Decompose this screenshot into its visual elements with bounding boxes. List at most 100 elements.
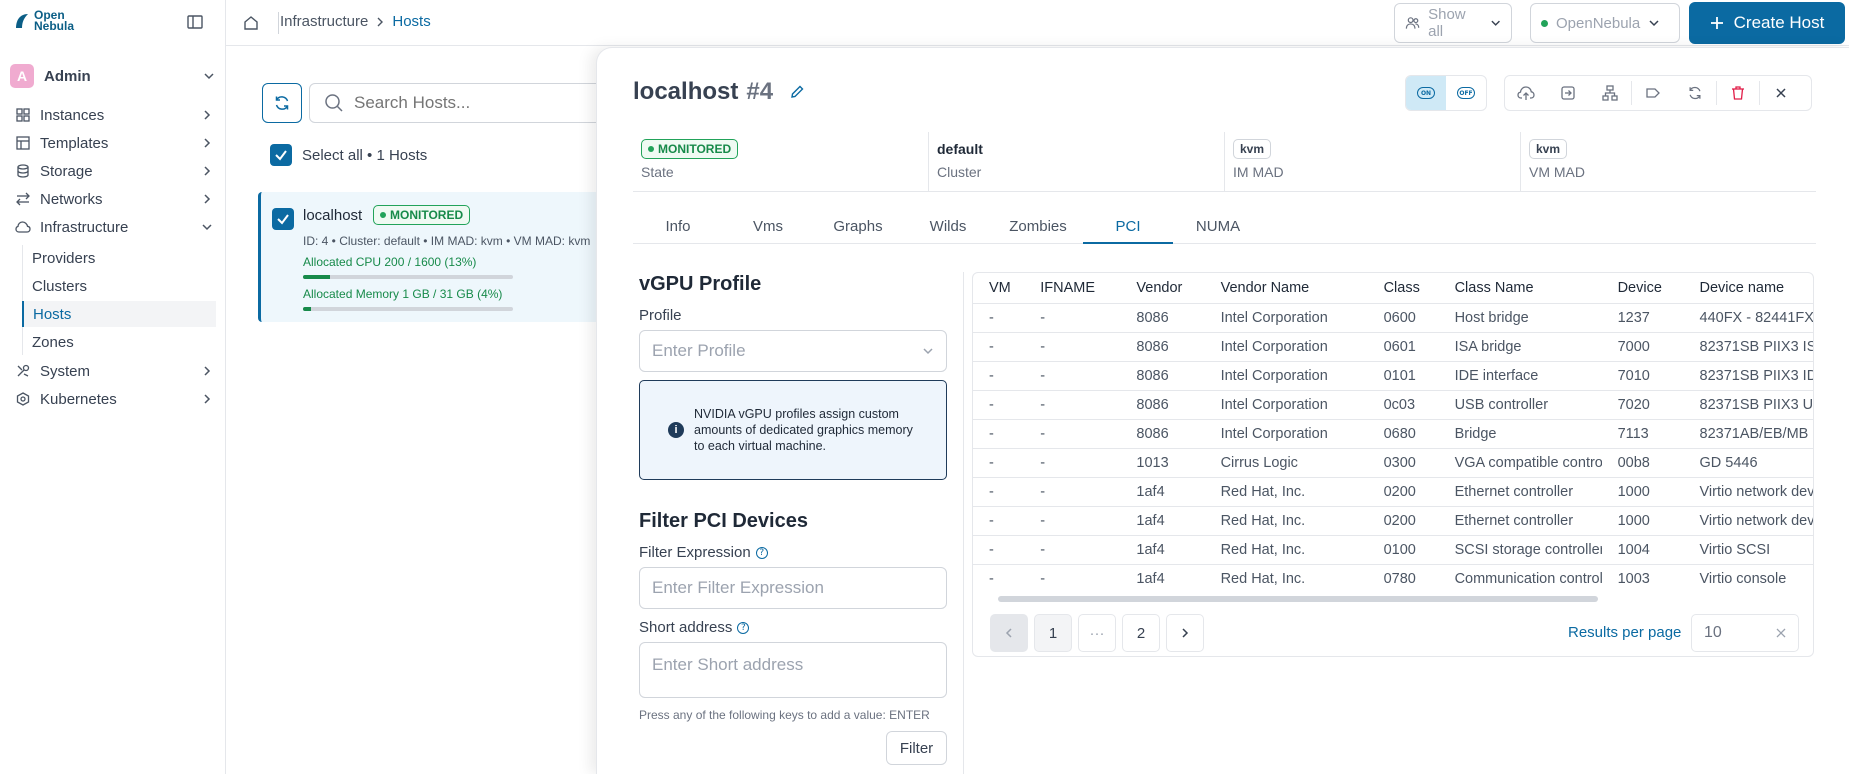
tab-vms[interactable]: Vms — [723, 218, 813, 244]
status-badge-label: MONITORED — [390, 208, 464, 222]
refresh-icon — [275, 96, 289, 110]
host-card[interactable]: localhost MONITORED ID: 4 • Cluster: def… — [258, 192, 618, 322]
cell-class-name: SCSI storage controller — [1438, 534, 1602, 564]
zone-select[interactable]: OpenNebula — [1530, 3, 1680, 43]
column-header-device[interactable]: Device — [1602, 273, 1684, 303]
create-host-button[interactable]: Create Host — [1689, 2, 1845, 44]
show-all-select[interactable]: Show all — [1394, 3, 1512, 43]
column-header-device-name[interactable]: Device name — [1684, 273, 1814, 303]
panel-title: localhost #4 — [633, 78, 805, 106]
host-detail-name: localhost — [633, 78, 739, 105]
tab-pci[interactable]: PCI — [1083, 218, 1173, 244]
sidebar-subitem-clusters[interactable]: Clusters — [22, 273, 216, 299]
results-per-page-select[interactable]: 10 — [1691, 614, 1799, 652]
filter-hint: Press any of the following keys to add a… — [639, 708, 930, 722]
sidebar-item-system[interactable]: System — [14, 358, 214, 384]
next-page-button[interactable] — [1166, 614, 1204, 652]
sidebar-item-infrastructure[interactable]: Infrastructure — [14, 214, 214, 240]
tab-zombies[interactable]: Zombies — [993, 218, 1083, 244]
sidebar-item-templates[interactable]: Templates — [14, 130, 214, 156]
cell-ifname: - — [1024, 418, 1121, 448]
close-panel-button[interactable] — [1760, 76, 1802, 110]
toggle-off-icon: OFF — [1457, 87, 1475, 99]
table-row[interactable]: - -1af4 Red Hat, Inc. 0780 Communication con… — [973, 563, 1813, 593]
filter-button[interactable]: Filter — [886, 731, 947, 765]
sidebar-item-label: Instances — [40, 106, 105, 124]
chevron-right-icon — [204, 138, 211, 148]
sidebar-subitem-providers[interactable]: Providers — [22, 245, 216, 271]
breadcrumb-parent[interactable]: Infrastructure — [280, 13, 368, 30]
tools-icon — [14, 362, 32, 380]
column-header-vendor[interactable]: Vendor — [1120, 273, 1204, 303]
refresh-icon — [1689, 86, 1701, 100]
delete-host-button[interactable] — [1717, 76, 1759, 110]
cell-vm: - — [973, 360, 1025, 390]
sidebar-item-networks[interactable]: Networks — [14, 186, 214, 212]
page-1-button[interactable]: 1 — [1034, 614, 1072, 652]
pencil-icon[interactable] — [789, 84, 805, 100]
host-checkbox[interactable] — [272, 208, 294, 230]
label-action-button[interactable] — [1632, 76, 1674, 110]
sidebar-subitem-hosts[interactable]: Hosts — [22, 301, 216, 327]
flush-action-button[interactable] — [1674, 76, 1716, 110]
filter-pci-title: Filter PCI Devices — [639, 510, 808, 532]
select-all-row[interactable]: Select all • 1 Hosts — [270, 144, 427, 166]
sidebar-subitem-zones[interactable]: Zones — [22, 329, 216, 355]
short-address-input[interactable]: Enter Short address — [639, 642, 947, 698]
prev-page-button[interactable] — [990, 614, 1028, 652]
table-row[interactable]: - -8086 Intel Corporation 0680 Bridge 7113 823… — [973, 418, 1813, 448]
filter-expression-input[interactable]: Enter Filter Expression — [639, 567, 947, 609]
table-row[interactable]: - -8086 Intel Corporation 0601 ISA bridge 700… — [973, 331, 1813, 361]
table-row[interactable]: - -1013 Cirrus Logic 0300 VGA compatible con… — [973, 447, 1813, 477]
cluster-action-button[interactable] — [1589, 76, 1631, 110]
help-icon[interactable]: ? — [755, 546, 768, 559]
table-row[interactable]: - -8086 Intel Corporation 0600 Host bridge 12… — [973, 302, 1813, 332]
table-horizontal-scrollbar[interactable] — [998, 596, 1598, 602]
column-header-class-name[interactable]: Class Name — [1439, 273, 1602, 303]
chevron-down-icon — [1491, 20, 1500, 26]
cell-device: 1237 — [1601, 302, 1684, 332]
user-menu[interactable]: A Admin — [10, 62, 216, 90]
search-hosts-input[interactable] — [354, 93, 584, 113]
cell-device: 7020 — [1601, 389, 1684, 419]
enable-host-button[interactable]: ON — [1406, 76, 1446, 110]
cell-vendor-name: Red Hat, Inc. — [1204, 563, 1368, 593]
sidebar-item-instances[interactable]: Instances — [14, 102, 214, 128]
tab-wilds[interactable]: Wilds — [903, 218, 993, 244]
disable-host-button[interactable]: OFF — [1446, 76, 1486, 110]
select-all-checkbox[interactable] — [270, 144, 292, 166]
help-icon[interactable]: ? — [737, 621, 750, 634]
cloud-icon — [14, 218, 32, 236]
cell-device: 1004 — [1601, 534, 1684, 564]
tab-info[interactable]: Info — [633, 218, 723, 244]
page-2-button[interactable]: 2 — [1122, 614, 1160, 652]
column-header-vm[interactable]: VM — [973, 273, 1024, 303]
cell-vendor-name: Intel Corporation — [1204, 389, 1368, 419]
profile-select[interactable]: Enter Profile — [639, 330, 947, 372]
home-icon[interactable] — [242, 14, 260, 32]
column-header-vendor-name[interactable]: Vendor Name — [1205, 273, 1368, 303]
tab-graphs[interactable]: Graphs — [813, 218, 903, 244]
table-row[interactable]: - -8086 Intel Corporation 0c03 USB controlle… — [973, 389, 1813, 419]
tab-numa[interactable]: NUMA — [1173, 218, 1263, 244]
refresh-button[interactable] — [262, 83, 302, 123]
allocated-cpu-bar-fill — [303, 275, 331, 279]
sidebar-toggle-button[interactable] — [186, 13, 204, 31]
clear-icon[interactable] — [1776, 628, 1786, 638]
table-row[interactable]: - -1af4 Red Hat, Inc. 0200 Ethernet controll… — [973, 505, 1813, 535]
import-action-button[interactable] — [1547, 76, 1589, 110]
column-header-class[interactable]: Class — [1368, 273, 1439, 303]
cell-class: 0600 — [1367, 302, 1439, 332]
sidebar-item-kubernetes[interactable]: Kubernetes — [14, 386, 214, 412]
table-row[interactable]: - -8086 Intel Corporation 0101 IDE interface… — [973, 360, 1813, 390]
column-header-ifname[interactable]: IFNAME — [1024, 273, 1120, 303]
table-row[interactable]: - -1af4 Red Hat, Inc. 0200 Ethernet controll… — [973, 476, 1813, 506]
sidebar-item-label: Infrastructure — [40, 218, 129, 236]
table-row[interactable]: - -1af4 Red Hat, Inc. 0100 SCSI storage cont… — [973, 534, 1813, 564]
avatar: A — [10, 64, 34, 88]
cloud-action-button[interactable] — [1505, 76, 1547, 110]
sidebar-item-storage[interactable]: Storage — [14, 158, 214, 184]
opennebula-logo[interactable]: Open Nebula — [14, 9, 74, 32]
info-cell-label: State — [641, 164, 674, 180]
table-body: - -8086 Intel Corporation 0600 Host bridge 12… — [973, 302, 1813, 593]
